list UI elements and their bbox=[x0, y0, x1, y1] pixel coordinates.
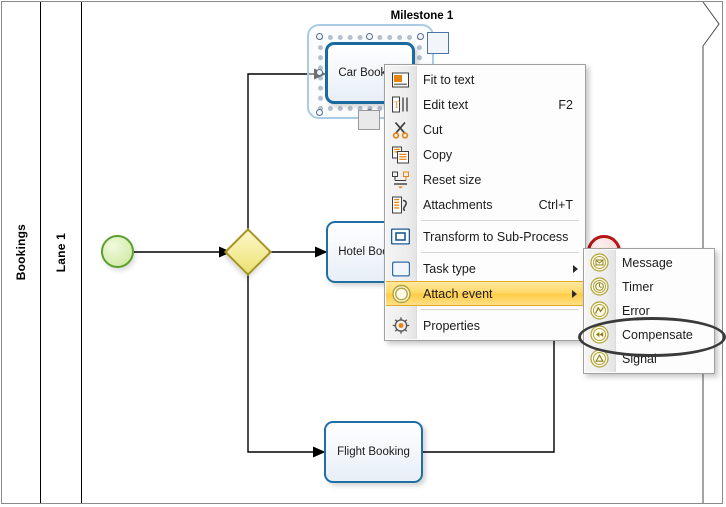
submenu-item-signal[interactable]: Signal bbox=[584, 347, 714, 371]
menu-item-label: Copy bbox=[423, 148, 452, 162]
menu-item-accel: Ctrl+T bbox=[517, 198, 573, 212]
message-event-icon bbox=[590, 253, 610, 273]
menu-item-attachments[interactable]: Attachments Ctrl+T bbox=[385, 192, 585, 217]
copy-icon bbox=[390, 144, 411, 165]
menu-item-label: Reset size bbox=[423, 173, 481, 187]
menu-item-label: Attachments bbox=[423, 198, 492, 212]
task-type-icon bbox=[390, 258, 411, 279]
menu-item-edit-text[interactable]: T Edit text F2 bbox=[385, 92, 585, 117]
fit-to-text-icon bbox=[390, 69, 411, 90]
milestone-label: Milestone 1 bbox=[352, 10, 492, 22]
menu-separator bbox=[421, 220, 579, 221]
submenu-item-label: Error bbox=[622, 304, 650, 318]
submenu-item-label: Timer bbox=[622, 280, 653, 294]
cut-icon bbox=[390, 119, 411, 140]
menu-item-cut[interactable]: Cut bbox=[385, 117, 585, 142]
selection-handle-w[interactable] bbox=[316, 69, 323, 76]
menu-item-properties[interactable]: Properties bbox=[385, 313, 585, 338]
menu-item-transform-to-sub-process[interactable]: Transform to Sub-Process bbox=[385, 224, 585, 249]
menu-item-accel: F2 bbox=[536, 98, 573, 112]
menu-item-attach-event[interactable]: Attach event bbox=[386, 281, 584, 306]
attach-event-icon bbox=[391, 283, 412, 304]
submenu-item-timer[interactable]: Timer bbox=[584, 275, 714, 299]
menu-separator bbox=[421, 309, 579, 310]
submenu-item-message[interactable]: Message bbox=[584, 251, 714, 275]
menu-item-label: Transform to Sub-Process bbox=[423, 230, 568, 244]
selection-handle-nw[interactable] bbox=[316, 33, 323, 40]
flight-booking-task[interactable]: Flight Booking bbox=[324, 421, 423, 483]
error-event-icon bbox=[590, 301, 610, 321]
sub-process-icon bbox=[390, 226, 411, 247]
submenu-item-label: Message bbox=[622, 256, 673, 270]
submenu-item-label: Signal bbox=[622, 352, 657, 366]
menu-item-reset-size[interactable]: Reset size bbox=[385, 167, 585, 192]
lane-header-lane1: Lane 1 bbox=[41, 2, 82, 503]
reset-size-icon bbox=[390, 169, 411, 190]
pool-label: Bookings bbox=[14, 224, 28, 280]
selection-handle-n[interactable] bbox=[366, 33, 373, 40]
selection-handle-ne[interactable] bbox=[417, 33, 424, 40]
properties-icon bbox=[390, 315, 411, 336]
submenu-item-error[interactable]: Error bbox=[584, 299, 714, 323]
attach-event-submenu[interactable]: Message Timer bbox=[583, 248, 715, 374]
menu-item-label: Properties bbox=[423, 319, 480, 333]
signal-event-icon bbox=[590, 349, 610, 369]
menu-item-label: Attach event bbox=[423, 287, 493, 301]
chevron-right-icon bbox=[572, 290, 577, 298]
submenu-item-label: Compensate bbox=[622, 328, 693, 342]
attachments-icon bbox=[390, 194, 411, 215]
screenshot-root: Bookings Lane 1 bbox=[0, 0, 726, 507]
menu-item-label: Fit to text bbox=[423, 73, 474, 87]
attach-handle-bottom[interactable] bbox=[358, 110, 380, 130]
menu-item-copy[interactable]: Copy bbox=[385, 142, 585, 167]
parallel-gateway[interactable] bbox=[224, 228, 272, 276]
pool-header-bookings: Bookings bbox=[2, 2, 41, 503]
menu-item-task-type[interactable]: Task type bbox=[385, 256, 585, 281]
lane-label: Lane 1 bbox=[54, 233, 68, 272]
compensate-event-icon bbox=[590, 325, 610, 345]
start-event[interactable] bbox=[101, 235, 134, 268]
menu-item-label: Edit text bbox=[423, 98, 468, 112]
menu-item-fit-to-text[interactable]: Fit to text bbox=[385, 67, 585, 92]
svg-text:T: T bbox=[394, 100, 400, 110]
timer-event-icon bbox=[590, 277, 610, 297]
chevron-right-icon bbox=[573, 265, 578, 273]
edit-text-icon: T bbox=[390, 94, 411, 115]
menu-separator bbox=[421, 252, 579, 253]
connector-square-top[interactable] bbox=[427, 32, 449, 54]
selection-handle-sw[interactable] bbox=[316, 109, 323, 116]
flight-booking-task-label: Flight Booking bbox=[337, 446, 410, 458]
menu-item-label: Task type bbox=[423, 262, 476, 276]
menu-item-label: Cut bbox=[423, 123, 442, 137]
submenu-item-compensate[interactable]: Compensate bbox=[584, 323, 714, 347]
context-menu[interactable]: Fit to text T Edit text F2 bbox=[384, 64, 586, 341]
